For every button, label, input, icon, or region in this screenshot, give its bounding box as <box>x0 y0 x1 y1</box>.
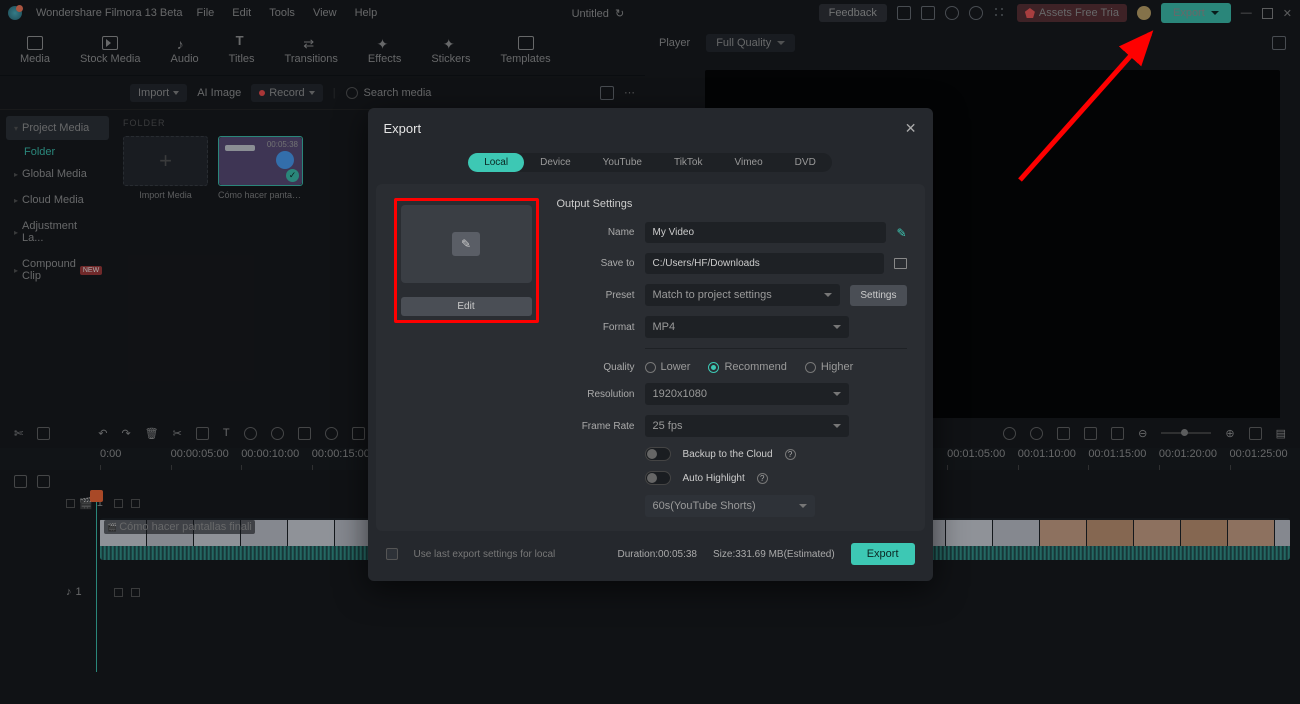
tab-youtube[interactable]: YouTube <box>587 153 658 172</box>
dialog-title: Export <box>384 121 905 136</box>
close-icon[interactable]: ✕ <box>905 120 917 137</box>
export-thumbnail[interactable]: ✎ <box>401 205 532 283</box>
auto-highlight-toggle[interactable] <box>645 471 671 485</box>
duration-info: Duration:00:05:38 <box>617 549 697 560</box>
thumbnail-highlight: ✎ Edit <box>394 198 539 323</box>
edit-thumbnail-button[interactable]: Edit <box>401 297 532 316</box>
pencil-icon: ✎ <box>452 232 480 256</box>
quality-recommend[interactable]: Recommend <box>708 361 786 373</box>
tab-local[interactable]: Local <box>468 153 524 172</box>
fps-select[interactable]: 25 fps <box>645 415 849 437</box>
output-settings-heading: Output Settings <box>557 198 907 210</box>
use-last-settings-checkbox[interactable] <box>386 548 398 560</box>
info-icon-2[interactable]: ? <box>757 473 768 484</box>
size-info: Size:331.69 MB(Estimated) <box>713 549 835 560</box>
tab-dvd[interactable]: DVD <box>779 153 832 172</box>
resolution-select[interactable]: 1920x1080 <box>645 383 849 405</box>
preset-select[interactable]: Match to project settings <box>645 284 841 306</box>
tab-device[interactable]: Device <box>524 153 587 172</box>
settings-button[interactable]: Settings <box>850 285 906 306</box>
quality-lower[interactable]: Lower <box>645 361 691 373</box>
quality-higher[interactable]: Higher <box>805 361 853 373</box>
export-dialog: Export ✕ Local Device YouTube TikTok Vim… <box>368 108 933 581</box>
browse-folder-icon[interactable] <box>894 258 907 269</box>
tab-tiktok[interactable]: TikTok <box>658 153 719 172</box>
backup-cloud-toggle[interactable] <box>645 447 671 461</box>
info-icon[interactable]: ? <box>785 449 796 460</box>
format-select[interactable]: MP4 <box>645 316 849 338</box>
shorts-select: 60s(YouTube Shorts) <box>645 495 815 517</box>
export-button[interactable]: Export <box>851 543 915 565</box>
save-path-input[interactable] <box>645 253 884 274</box>
tab-vimeo[interactable]: Vimeo <box>719 153 779 172</box>
rename-icon[interactable]: ✎ <box>896 226 906 240</box>
name-input[interactable] <box>645 222 887 243</box>
modal-overlay: Export ✕ Local Device YouTube TikTok Vim… <box>0 0 1300 704</box>
export-tabs: Local Device YouTube TikTok Vimeo DVD <box>468 153 832 172</box>
